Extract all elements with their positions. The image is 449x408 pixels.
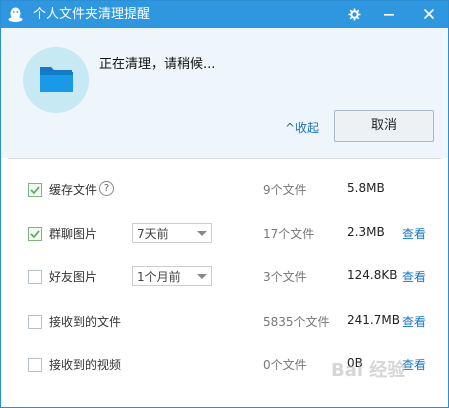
cancel-button[interactable]: 取消 bbox=[334, 110, 434, 142]
file-count: 9个文件 bbox=[263, 183, 307, 197]
view-link[interactable]: 查看 bbox=[402, 225, 426, 242]
friend-images-checkbox[interactable] bbox=[28, 270, 42, 284]
file-size: 124.8KB bbox=[347, 268, 398, 282]
close-icon bbox=[423, 8, 435, 20]
row-label: 接收到的视频 bbox=[49, 358, 122, 372]
list-item-cache: 缓存文件 ? 9个文件 5.8MB bbox=[1, 179, 448, 201]
view-link[interactable]: 查看 bbox=[402, 268, 426, 285]
file-size: 5.8MB bbox=[347, 181, 385, 195]
file-count: 17个文件 bbox=[263, 227, 315, 241]
row-label: 缓存文件 bbox=[49, 183, 98, 197]
file-size: 241.7MB bbox=[347, 313, 400, 327]
minimize-button[interactable] bbox=[373, 1, 405, 28]
list-item-friend-images: 好友图片 1个月前 3个文件 124.8KB 查看 bbox=[1, 266, 448, 288]
row-label: 接收到的文件 bbox=[49, 315, 122, 329]
close-button[interactable] bbox=[413, 1, 445, 28]
file-size: 2.3MB bbox=[347, 225, 385, 239]
row-label: 好友图片 bbox=[49, 270, 98, 284]
settings-button[interactable] bbox=[338, 1, 370, 28]
folder-badge bbox=[23, 47, 89, 113]
cleanup-dialog: 个人文件夹清理提醒 正在清理，请稍候... ^收起 取消 缓存文件 ? 9个文件… bbox=[0, 0, 449, 408]
time-range-select[interactable]: 1个月前 bbox=[132, 266, 212, 286]
received-videos-checkbox[interactable] bbox=[28, 358, 42, 372]
chevron-down-icon bbox=[197, 231, 207, 236]
list-item-received-files: 接收到的文件 5835个文件 241.7MB 查看 bbox=[1, 311, 448, 333]
file-count: 5835个文件 bbox=[263, 315, 330, 329]
file-count: 3个文件 bbox=[263, 270, 307, 284]
watermark: Bai 经验 bbox=[331, 360, 406, 381]
cleaning-status: 正在清理，请稍候... bbox=[99, 57, 216, 72]
list-item-group-images: 群聊图片 7天前 17个文件 2.3MB 查看 bbox=[1, 223, 448, 245]
divider bbox=[8, 158, 441, 159]
minimize-icon bbox=[384, 14, 394, 16]
row-label: 群聊图片 bbox=[49, 227, 98, 241]
help-icon[interactable]: ? bbox=[99, 181, 114, 196]
title-bar[interactable]: 个人文件夹清理提醒 bbox=[1, 1, 448, 28]
gear-icon bbox=[348, 8, 360, 21]
select-value: 7天前 bbox=[137, 227, 169, 241]
select-value: 1个月前 bbox=[137, 270, 181, 284]
view-link[interactable]: 查看 bbox=[402, 313, 426, 330]
chevron-down-icon bbox=[197, 274, 207, 279]
cache-checkbox[interactable] bbox=[28, 183, 42, 197]
qq-penguin-icon bbox=[8, 7, 23, 22]
window-title: 个人文件夹清理提醒 bbox=[33, 7, 151, 22]
time-range-select[interactable]: 7天前 bbox=[132, 223, 212, 243]
collapse-link[interactable]: ^收起 bbox=[285, 119, 319, 136]
checkmark-icon bbox=[30, 230, 40, 239]
group-images-checkbox[interactable] bbox=[28, 227, 42, 241]
folder-icon bbox=[40, 67, 73, 92]
checkmark-icon bbox=[30, 186, 40, 195]
received-files-checkbox[interactable] bbox=[28, 315, 42, 329]
file-count: 0个文件 bbox=[263, 358, 307, 372]
